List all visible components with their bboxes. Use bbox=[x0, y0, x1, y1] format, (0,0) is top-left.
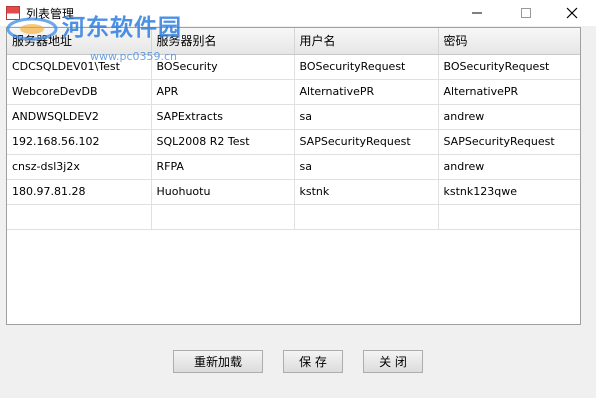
cell-username[interactable]: AlternativePR bbox=[294, 79, 439, 105]
cell-password[interactable]: BOSecurityRequest bbox=[438, 54, 580, 80]
save-button[interactable]: 保 存 bbox=[283, 350, 343, 373]
cell-server-alias[interactable] bbox=[151, 204, 295, 230]
cell-username[interactable]: BOSecurityRequest bbox=[294, 54, 439, 80]
cell-server-address[interactable]: cnsz-dsl3j2x bbox=[7, 154, 152, 180]
close-button[interactable]: 关 闭 bbox=[363, 350, 423, 373]
maximize-button[interactable] bbox=[503, 0, 549, 26]
watermark-text: 河东软件园 bbox=[62, 15, 182, 41]
column-header-password[interactable]: 密码 bbox=[438, 28, 580, 55]
cell-server-alias[interactable]: APR bbox=[151, 79, 295, 105]
watermark-logo-icon bbox=[6, 17, 58, 41]
cell-server-alias[interactable]: Huohuotu bbox=[151, 179, 295, 205]
table-row[interactable]: ANDWSQLDEV2 SAPExtracts sa andrew bbox=[7, 104, 580, 130]
minimize-button[interactable] bbox=[454, 0, 500, 26]
cell-server-alias[interactable]: RFPA bbox=[151, 154, 295, 180]
cell-server-address[interactable]: WebcoreDevDB bbox=[7, 79, 152, 105]
cell-server-address[interactable]: ANDWSQLDEV2 bbox=[7, 104, 152, 130]
cell-server-address[interactable] bbox=[7, 204, 152, 230]
close-icon bbox=[566, 7, 578, 19]
table-row[interactable]: 192.168.56.102 SQL2008 R2 Test SAPSecuri… bbox=[7, 129, 580, 155]
cell-password[interactable] bbox=[438, 204, 580, 230]
maximize-icon bbox=[521, 8, 531, 18]
cell-server-alias[interactable]: SAPExtracts bbox=[151, 104, 295, 130]
cell-password[interactable]: SAPSecurityRequest bbox=[438, 129, 580, 155]
reload-button[interactable]: 重新加载 bbox=[173, 350, 263, 373]
server-list-grid[interactable]: 服务器地址 服务器别名 用户名 密码 CDCSQLDEV01\Test BOSe… bbox=[6, 27, 581, 325]
cell-password[interactable]: andrew bbox=[438, 104, 580, 130]
close-window-button[interactable] bbox=[549, 0, 595, 26]
cell-password[interactable]: kstnk123qwe bbox=[438, 179, 580, 205]
watermark-url: www.pc0359.cn bbox=[90, 50, 178, 63]
cell-username[interactable]: kstnk bbox=[294, 179, 439, 205]
cell-password[interactable]: AlternativePR bbox=[438, 79, 580, 105]
cell-server-alias[interactable]: SQL2008 R2 Test bbox=[151, 129, 295, 155]
cell-username[interactable]: sa bbox=[294, 154, 439, 180]
cell-password[interactable]: andrew bbox=[438, 154, 580, 180]
table-row[interactable]: 180.97.81.28 Huohuotu kstnk kstnk123qwe bbox=[7, 179, 580, 205]
column-header-username[interactable]: 用户名 bbox=[294, 28, 439, 55]
cell-username[interactable]: SAPSecurityRequest bbox=[294, 129, 439, 155]
cell-server-address[interactable]: 192.168.56.102 bbox=[7, 129, 152, 155]
table-row[interactable]: cnsz-dsl3j2x RFPA sa andrew bbox=[7, 154, 580, 180]
cell-username[interactable] bbox=[294, 204, 439, 230]
table-row-new[interactable] bbox=[7, 204, 580, 230]
table-row[interactable]: WebcoreDevDB APR AlternativePR Alternati… bbox=[7, 79, 580, 105]
cell-username[interactable]: sa bbox=[294, 104, 439, 130]
cell-server-address[interactable]: 180.97.81.28 bbox=[7, 179, 152, 205]
minimize-icon bbox=[472, 12, 482, 14]
